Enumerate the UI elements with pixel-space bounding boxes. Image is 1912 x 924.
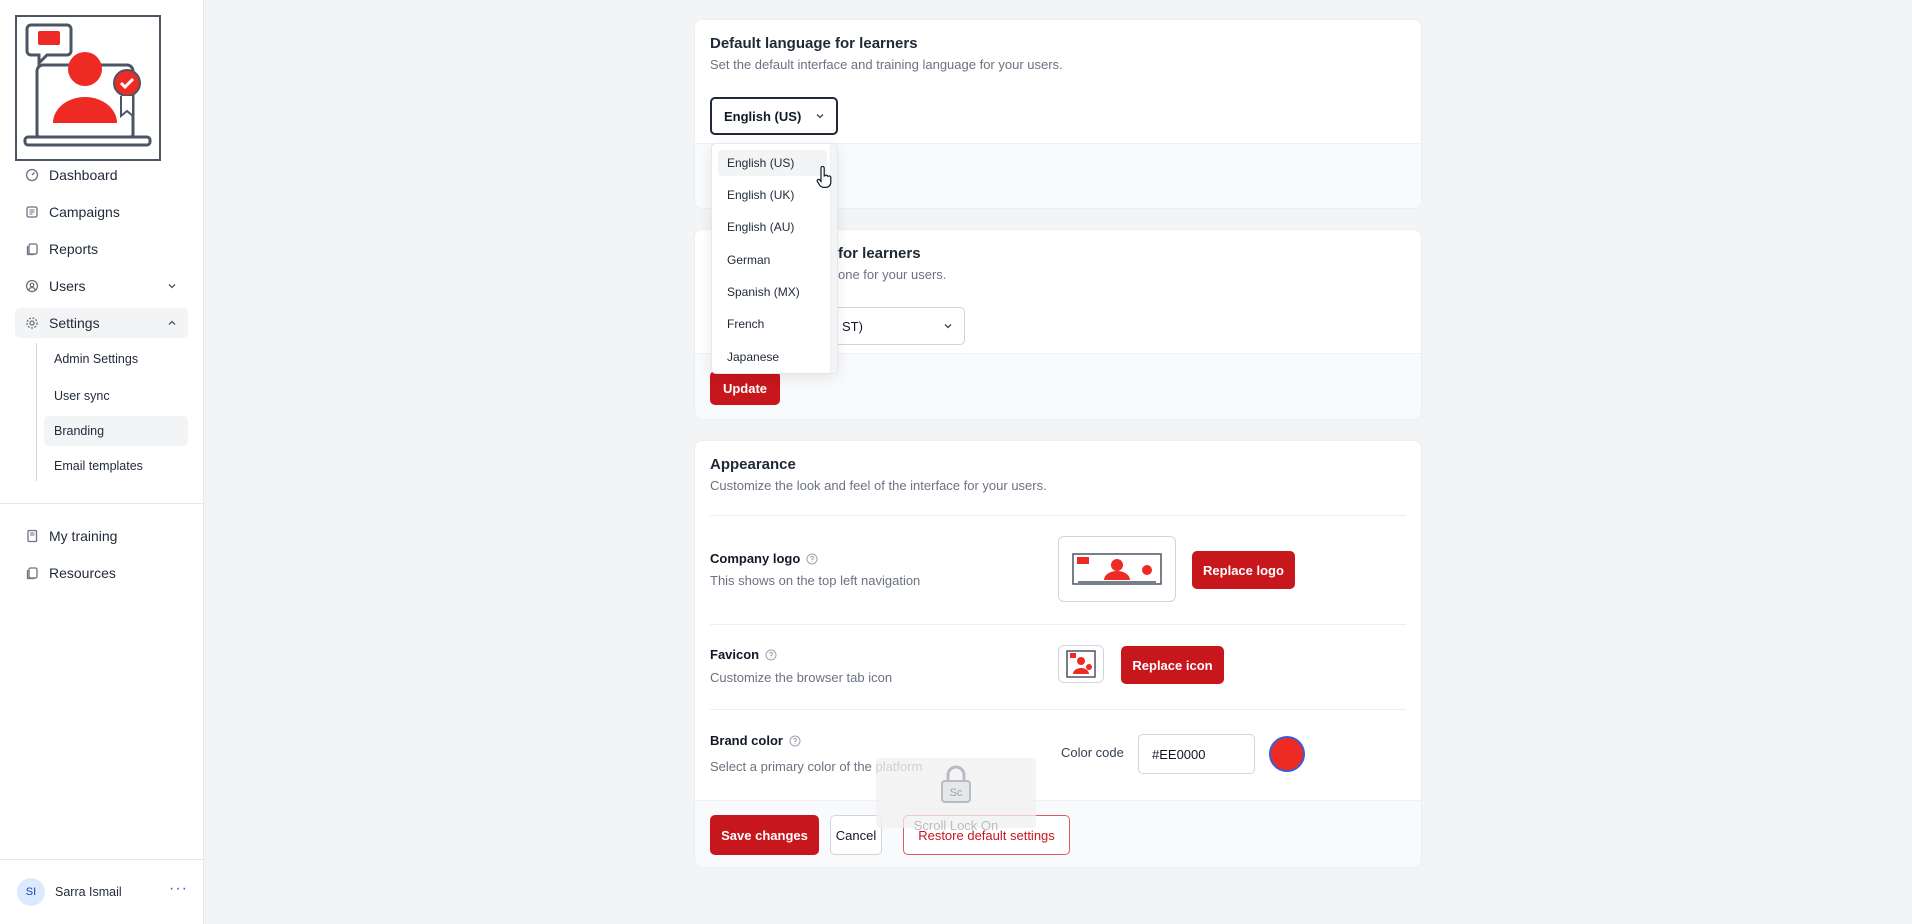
cancel-button[interactable]: Cancel: [830, 815, 882, 855]
scroll-lock-text: Scroll Lock On: [913, 818, 999, 833]
company-logo-label-text: Company logo: [710, 551, 801, 566]
language-select-value: English (US): [724, 108, 802, 124]
language-option[interactable]: Spanish (MX): [718, 279, 827, 305]
divider: [710, 709, 1406, 710]
chevron-down-icon: [816, 114, 824, 119]
help-icon[interactable]: [806, 553, 818, 565]
sidebar-divider: [0, 503, 204, 504]
sidebar-item-reports[interactable]: Reports: [15, 234, 188, 264]
logo-illustration: [23, 23, 152, 147]
sidebar: Dashboard Campaigns Reports Users Settin…: [0, 0, 204, 924]
user-name: Sarra Ismail: [55, 885, 122, 899]
favicon-label: Favicon: [710, 647, 777, 662]
language-option[interactable]: French: [718, 311, 827, 337]
language-option[interactable]: English (AU): [718, 214, 827, 240]
submenu-line: [36, 343, 37, 481]
replace-logo-button[interactable]: Replace logo: [1192, 551, 1295, 589]
company-logo-description: This shows on the top left navigation: [710, 573, 921, 588]
logo-preview-image: [1072, 553, 1162, 585]
color-code-input[interactable]: #EE0000: [1138, 734, 1255, 774]
logo-preview: [1058, 536, 1176, 602]
resources-icon: [25, 566, 39, 580]
brand-color-label-text: Brand color: [710, 733, 783, 748]
sidebar-item-campaigns[interactable]: Campaigns: [15, 197, 188, 227]
language-option[interactable]: English (UK): [718, 182, 827, 208]
sidebar-item-label: Resources: [49, 565, 116, 581]
help-icon[interactable]: [789, 735, 801, 747]
appearance-title: Appearance: [710, 456, 796, 473]
divider: [710, 515, 1406, 516]
sidebar-subitem-user-sync[interactable]: User sync: [44, 381, 188, 411]
users-icon: [25, 279, 39, 293]
sidebar-item-settings[interactable]: Settings: [15, 308, 188, 338]
gear-icon: [25, 316, 39, 330]
appearance-card: Appearance Customize the look and feel o…: [694, 440, 1422, 868]
color-swatch[interactable]: [1269, 736, 1305, 772]
user-profile[interactable]: SI Sarra Ismail ···: [0, 860, 204, 924]
company-logo-label: Company logo: [710, 551, 818, 566]
replace-icon-button[interactable]: Replace icon: [1121, 646, 1224, 684]
sidebar-item-my-training[interactable]: My training: [15, 521, 188, 551]
divider: [710, 624, 1406, 625]
favicon-preview: [1058, 645, 1104, 683]
timezone-card-description: one for your users.: [838, 267, 947, 282]
lock-key-label: Sc: [950, 787, 963, 799]
sidebar-subitem-admin-settings[interactable]: Admin Settings: [44, 344, 188, 374]
lock-icon: Sc: [941, 765, 971, 803]
gauge-icon: [25, 168, 39, 182]
sidebar-item-label: Reports: [49, 241, 99, 257]
sidebar-item-label: Dashboard: [49, 167, 118, 183]
color-code-label: Color code: [1061, 745, 1124, 760]
language-option[interactable]: English (US): [718, 150, 827, 176]
sidebar-item-label: Settings: [49, 315, 100, 331]
sidebar-item-dashboard[interactable]: Dashboard: [15, 160, 188, 190]
language-card-description: Set the default interface and training l…: [710, 57, 1063, 72]
reports-icon: [25, 242, 39, 256]
sidebar-subitem-email-templates[interactable]: Email templates: [44, 451, 188, 481]
language-card-title: Default language for learners: [710, 35, 918, 52]
more-options-icon[interactable]: ···: [169, 880, 188, 898]
campaign-icon: [25, 205, 39, 219]
sidebar-item-label: My training: [49, 528, 118, 544]
chevron-up-icon: [168, 320, 176, 325]
language-select[interactable]: English (US): [710, 97, 838, 135]
appearance-description: Customize the look and feel of the inter…: [710, 478, 1047, 493]
chevron-down-icon: [944, 324, 952, 329]
company-logo[interactable]: [15, 15, 161, 161]
sidebar-item-resources[interactable]: Resources: [15, 558, 188, 588]
favicon-preview-image: [1066, 650, 1096, 678]
sidebar-item-label: Campaigns: [49, 204, 120, 220]
chevron-down-icon: [168, 284, 176, 289]
update-button[interactable]: Update: [710, 371, 780, 405]
timezone-select-value: ST): [842, 318, 863, 334]
favicon-description: Customize the browser tab icon: [710, 670, 893, 685]
language-option[interactable]: German: [718, 247, 827, 273]
avatar: SI: [17, 878, 45, 906]
sidebar-subitem-branding[interactable]: Branding: [44, 416, 188, 446]
hand-cursor-icon: [816, 166, 832, 188]
sidebar-item-label: Users: [49, 278, 86, 294]
sidebar-item-users[interactable]: Users: [15, 271, 188, 301]
brand-color-label: Brand color: [710, 733, 801, 748]
help-icon[interactable]: [765, 649, 777, 661]
language-option[interactable]: Japanese: [718, 344, 827, 370]
favicon-label-text: Favicon: [710, 647, 760, 662]
timezone-card-title: for learners: [838, 245, 921, 262]
save-changes-button[interactable]: Save changes: [710, 815, 819, 855]
book-icon: [25, 529, 39, 543]
scroll-lock-overlay: Sc Scroll Lock On: [876, 758, 1036, 833]
